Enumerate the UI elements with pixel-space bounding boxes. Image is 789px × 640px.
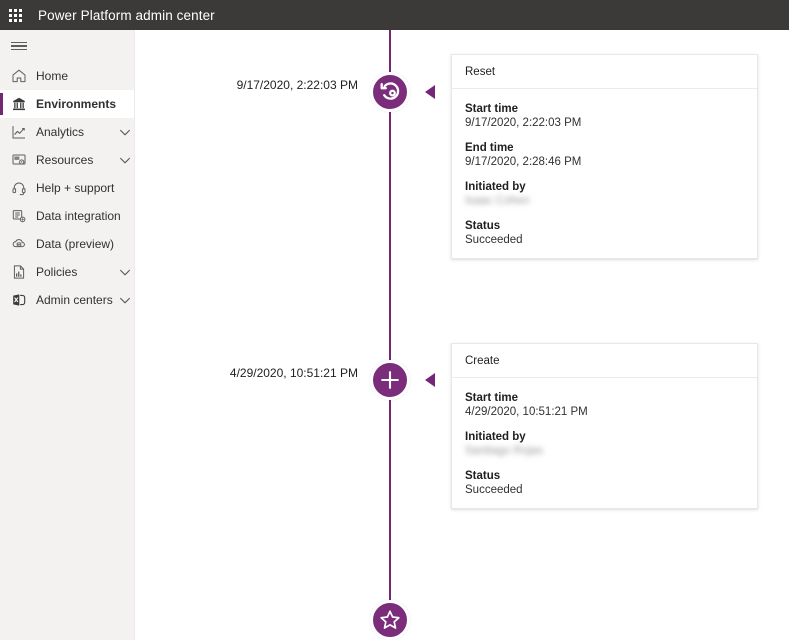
sidebar-item-help-support[interactable]: Help + support bbox=[0, 174, 134, 202]
timeline-node-create[interactable] bbox=[370, 360, 410, 400]
card-pointer-arrow bbox=[425, 85, 435, 99]
sidebar-item-analytics[interactable]: Analytics bbox=[0, 118, 134, 146]
sidebar-item-resources[interactable]: Resources bbox=[0, 146, 134, 174]
policies-document-icon bbox=[11, 264, 27, 280]
sidebar-item-policies[interactable]: Policies bbox=[0, 258, 134, 286]
event-card-title: Reset bbox=[452, 55, 757, 89]
timeline-track bbox=[389, 30, 391, 640]
event-field-value: Succeeded bbox=[465, 484, 523, 496]
event-card-body: Start time 9/17/2020, 2:22:03 PM End time 9… bbox=[452, 89, 757, 258]
timeline-node-origin[interactable] bbox=[370, 600, 410, 640]
event-card-title: Create bbox=[452, 344, 757, 378]
sidebar-item-label: Data integration bbox=[36, 209, 121, 223]
event-field-label: Initiated by bbox=[465, 431, 526, 443]
card-pointer-arrow bbox=[425, 373, 435, 387]
sidebar-item-data-preview[interactable]: Data (preview) bbox=[0, 230, 134, 258]
event-field-label: End time bbox=[465, 142, 514, 154]
event-field: Start time 4/29/2020, 10:51:21 PM bbox=[465, 392, 744, 418]
event-card-body: Start time 4/29/2020, 10:51:21 PM Initiate… bbox=[452, 378, 757, 508]
sidebar-item-label: Admin centers bbox=[36, 293, 113, 307]
resources-icon bbox=[11, 152, 27, 168]
chevron-down-icon[interactable] bbox=[116, 265, 134, 279]
event-field-value: 9/17/2020, 2:28:46 PM bbox=[465, 156, 582, 168]
app-header: Power Platform admin center bbox=[0, 0, 789, 30]
sidebar-nav: Home Environments Analytics Resources Help +… bbox=[0, 62, 134, 314]
reset-circular-arrow-icon bbox=[379, 81, 401, 103]
event-field-label: Status bbox=[465, 470, 501, 482]
event-field-value-redacted: Santiago Rojas bbox=[465, 445, 543, 457]
sidebar-item-label: Resources bbox=[36, 153, 94, 167]
event-card: Reset Start time 9/17/2020, 2:22:03 PM End … bbox=[451, 54, 758, 259]
event-card: Create Start time 4/29/2020, 10:51:21 PM In… bbox=[451, 343, 758, 509]
sidebar-item-label: Help + support bbox=[36, 181, 115, 195]
event-field-label: Initiated by bbox=[465, 181, 526, 193]
analytics-chart-icon bbox=[11, 124, 27, 140]
event-field-value: 4/29/2020, 10:51:21 PM bbox=[465, 406, 588, 418]
star-icon bbox=[379, 609, 401, 631]
waffle-grid-icon[interactable] bbox=[0, 0, 30, 30]
event-field-value: 9/17/2020, 2:22:03 PM bbox=[465, 117, 582, 129]
sidebar-item-label: Policies bbox=[36, 265, 78, 279]
sidebar-item-label: Data (preview) bbox=[36, 237, 115, 251]
event-field-label: Status bbox=[465, 220, 501, 232]
timeline-node-reset[interactable] bbox=[370, 72, 410, 112]
sidebar-item-admin-centers[interactable]: Admin centers bbox=[0, 286, 134, 314]
sidebar-item-label: Home bbox=[36, 69, 69, 83]
sidebar-item-data-integration[interactable]: Data integration bbox=[0, 202, 134, 230]
event-field-value: Succeeded bbox=[465, 234, 523, 246]
cloud-data-icon bbox=[11, 236, 27, 252]
event-field: Status Succeeded bbox=[465, 470, 744, 496]
sidebar: Home Environments Analytics Resources Help +… bbox=[0, 30, 135, 640]
event-timestamp: 4/29/2020, 10:51:21 PM bbox=[229, 366, 358, 380]
hamburger-icon[interactable] bbox=[0, 30, 135, 62]
sidebar-item-home[interactable]: Home bbox=[0, 62, 134, 90]
event-field-label: Start time bbox=[465, 392, 519, 404]
event-field: Initiated by Isaac Cohen bbox=[465, 181, 744, 207]
chevron-down-icon[interactable] bbox=[116, 153, 134, 167]
event-field: Status Succeeded bbox=[465, 220, 744, 246]
environments-icon bbox=[11, 96, 27, 112]
event-timestamp: 9/17/2020, 2:22:03 PM bbox=[236, 78, 358, 92]
timeline-canvas: 9/17/2020, 2:22:03 PM Reset Start time 9/17… bbox=[136, 30, 789, 640]
sidebar-item-environments[interactable]: Environments bbox=[0, 90, 134, 118]
event-field: Initiated by Santiago Rojas bbox=[465, 431, 744, 457]
data-integration-icon bbox=[11, 208, 27, 224]
headset-icon bbox=[11, 180, 27, 196]
event-field: Start time 9/17/2020, 2:22:03 PM bbox=[465, 103, 744, 129]
admin-centers-icon bbox=[11, 292, 27, 308]
event-field: End time 9/17/2020, 2:28:46 PM bbox=[465, 142, 744, 168]
event-field-label: Start time bbox=[465, 103, 519, 115]
admin-center-page: Power Platform admin center Home Environm… bbox=[0, 0, 789, 640]
sidebar-item-label: Environments bbox=[36, 97, 117, 111]
event-field-value-redacted: Isaac Cohen bbox=[465, 195, 530, 207]
chevron-down-icon[interactable] bbox=[116, 293, 134, 307]
app-title: Power Platform admin center bbox=[38, 7, 215, 23]
plus-icon bbox=[379, 369, 401, 391]
home-icon bbox=[11, 68, 27, 84]
sidebar-item-label: Analytics bbox=[36, 125, 85, 139]
chevron-down-icon[interactable] bbox=[116, 125, 134, 139]
